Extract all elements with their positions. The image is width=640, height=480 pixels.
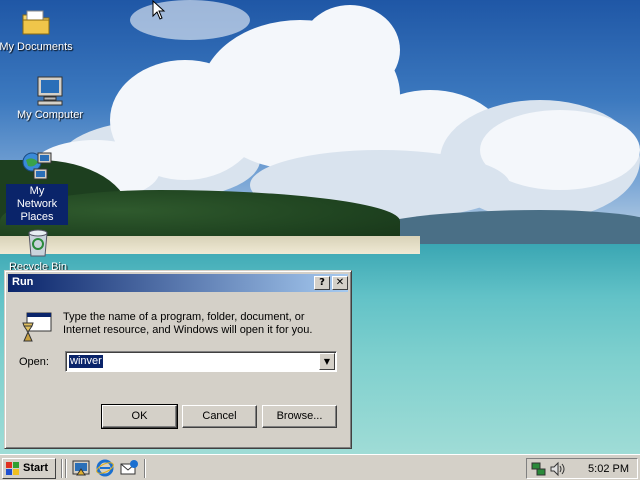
desktop-icon-network-places[interactable]: My Network Places bbox=[0, 150, 76, 225]
desktop-icon-label: My Computer bbox=[16, 109, 84, 121]
windows-flag-icon bbox=[6, 462, 19, 475]
recycle-bin-icon bbox=[22, 226, 54, 258]
desktop-icon-my-documents[interactable]: My Documents bbox=[0, 6, 75, 55]
my-documents-folder-icon bbox=[20, 6, 52, 38]
cancel-button[interactable]: Cancel bbox=[182, 405, 257, 428]
taskbar: Start 5:02 PM bbox=[0, 454, 640, 480]
open-input-value[interactable]: winver bbox=[69, 355, 103, 368]
close-button[interactable]: ✕ bbox=[332, 276, 348, 290]
start-button[interactable]: Start bbox=[2, 458, 56, 479]
show-desktop-icon[interactable] bbox=[72, 459, 90, 477]
network-places-icon bbox=[21, 150, 53, 182]
start-label: Start bbox=[23, 462, 49, 474]
network-tray-icon[interactable] bbox=[531, 461, 547, 477]
run-dialog-titlebar[interactable]: Run ? ✕ bbox=[8, 274, 348, 292]
open-combobox[interactable]: winver ▼ bbox=[65, 351, 337, 372]
open-label: Open: bbox=[19, 356, 49, 368]
browse-button[interactable]: Browse... bbox=[262, 405, 337, 428]
desktop-icon-label: My Network Places bbox=[6, 184, 68, 225]
ok-button[interactable]: OK bbox=[101, 404, 178, 429]
desktop-icon-recycle-bin[interactable]: Recycle Bin bbox=[0, 226, 77, 275]
internet-explorer-icon[interactable] bbox=[96, 459, 114, 477]
outlook-express-icon[interactable] bbox=[120, 459, 138, 477]
system-tray: 5:02 PM bbox=[526, 458, 638, 479]
dialog-title: Run bbox=[12, 276, 34, 288]
dropdown-arrow-button[interactable]: ▼ bbox=[319, 353, 335, 370]
desktop-icon-label: My Documents bbox=[0, 41, 73, 53]
my-computer-icon bbox=[34, 74, 66, 106]
run-program-icon bbox=[22, 312, 52, 342]
run-description: Type the name of a program, folder, docu… bbox=[63, 311, 313, 336]
mouse-cursor-icon bbox=[152, 0, 166, 20]
run-dialog: Run ? ✕ Type the name of a program, fold… bbox=[4, 270, 352, 449]
help-button[interactable]: ? bbox=[314, 276, 330, 290]
desktop-icon-my-computer[interactable]: My Computer bbox=[11, 74, 89, 123]
volume-icon[interactable] bbox=[549, 461, 565, 477]
clock[interactable]: 5:02 PM bbox=[588, 463, 629, 475]
